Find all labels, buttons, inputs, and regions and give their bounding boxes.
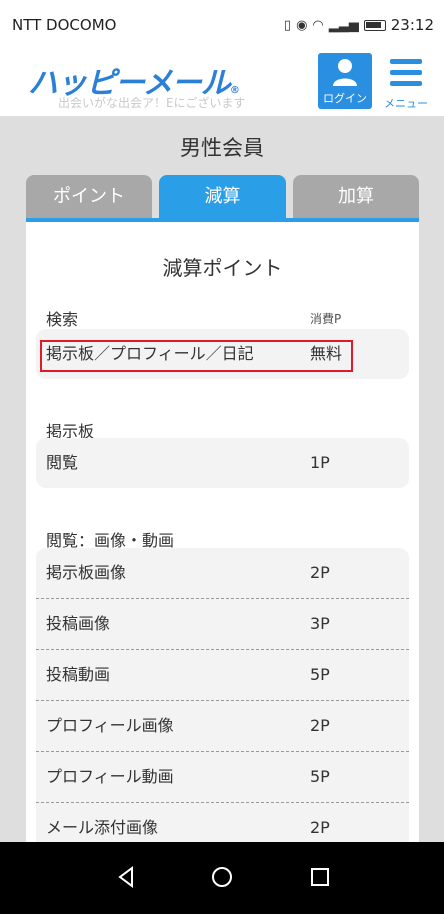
item-points: 2P (310, 563, 330, 582)
item-name: 投稿動画 (46, 665, 111, 684)
item-points: 1P (310, 453, 330, 472)
list-item[interactable]: プロフィール動画 5P (36, 751, 409, 802)
list-item[interactable]: 投稿動画 5P (36, 649, 409, 700)
battery-icon (363, 19, 386, 31)
status-bar: NTT DOCOMO ▯ ◉ ◠ ▂▃▅ 23:12 (0, 0, 444, 50)
user-icon (333, 59, 357, 86)
list-item[interactable]: プロフィール画像 2P (36, 700, 409, 751)
login-button[interactable]: ログイン (318, 53, 372, 109)
status-icons: ▯ ◉ ◠ ▂▃▅ 23:12 (284, 16, 434, 34)
item-points: 5P (310, 665, 330, 684)
item-name: プロフィール画像 (46, 716, 174, 735)
hamburger-icon (390, 59, 422, 64)
site-tagline: 出会いがな出会ア！Eにございます (58, 96, 246, 110)
menu-button[interactable]: メニュー (384, 55, 428, 111)
system-nav-bar (0, 842, 444, 914)
home-icon[interactable] (207, 862, 237, 892)
site-header: ハッピーメール® 出会いがな出会ア！Eにございます ログイン メニュー (0, 50, 444, 116)
points-panel: 減算ポイント 検索 消費P 掲示板／プロフィール／日記 無料 掲示板 閲覧 1P… (26, 222, 419, 853)
hamburger-icon (390, 81, 422, 86)
eye-icon: ◉ (296, 17, 308, 33)
item-points: 5P (310, 767, 330, 786)
panel-title: 減算ポイント (162, 256, 283, 280)
hamburger-icon (390, 70, 422, 75)
vibrate-icon: ▯ (283, 17, 292, 33)
card-board: 閲覧 1P (36, 438, 409, 488)
menu-label: メニュー (384, 97, 428, 110)
carrier-name: NTT DOCOMO (12, 16, 117, 34)
item-name: 閲覧 (46, 453, 79, 472)
signal-icon: ▂▃▅ (328, 17, 359, 33)
list-item[interactable]: 掲示板画像 2P (36, 548, 409, 598)
item-name: プロフィール動画 (46, 767, 174, 786)
item-points: 2P (310, 716, 330, 735)
points-unit-label: 消費P (310, 312, 342, 326)
tab-subtract[interactable]: 減算 (159, 175, 286, 218)
back-icon[interactable] (112, 862, 142, 892)
item-points: 3P (310, 614, 330, 633)
wifi-icon: ◠ (312, 17, 324, 33)
item-name: 投稿画像 (46, 614, 111, 633)
list-item[interactable]: 閲覧 1P (36, 438, 409, 488)
tab-add[interactable]: 加算 (293, 175, 419, 218)
card-media: 掲示板画像 2P 投稿画像 3P 投稿動画 5P プロフィール画像 2P プロフ… (36, 548, 409, 853)
status-time: 23:12 (390, 16, 434, 34)
group-label-search: 検索 (46, 310, 79, 329)
tab-points[interactable]: ポイント (26, 175, 152, 218)
list-item[interactable]: 投稿画像 3P (36, 598, 409, 649)
highlight-box (40, 340, 353, 372)
item-name: 掲示板画像 (46, 563, 127, 582)
tab-bar: ポイント 減算 加算 (26, 175, 419, 218)
login-label: ログイン (323, 92, 367, 105)
recents-icon[interactable] (305, 862, 335, 892)
page-title: 男性会員 (180, 136, 264, 160)
